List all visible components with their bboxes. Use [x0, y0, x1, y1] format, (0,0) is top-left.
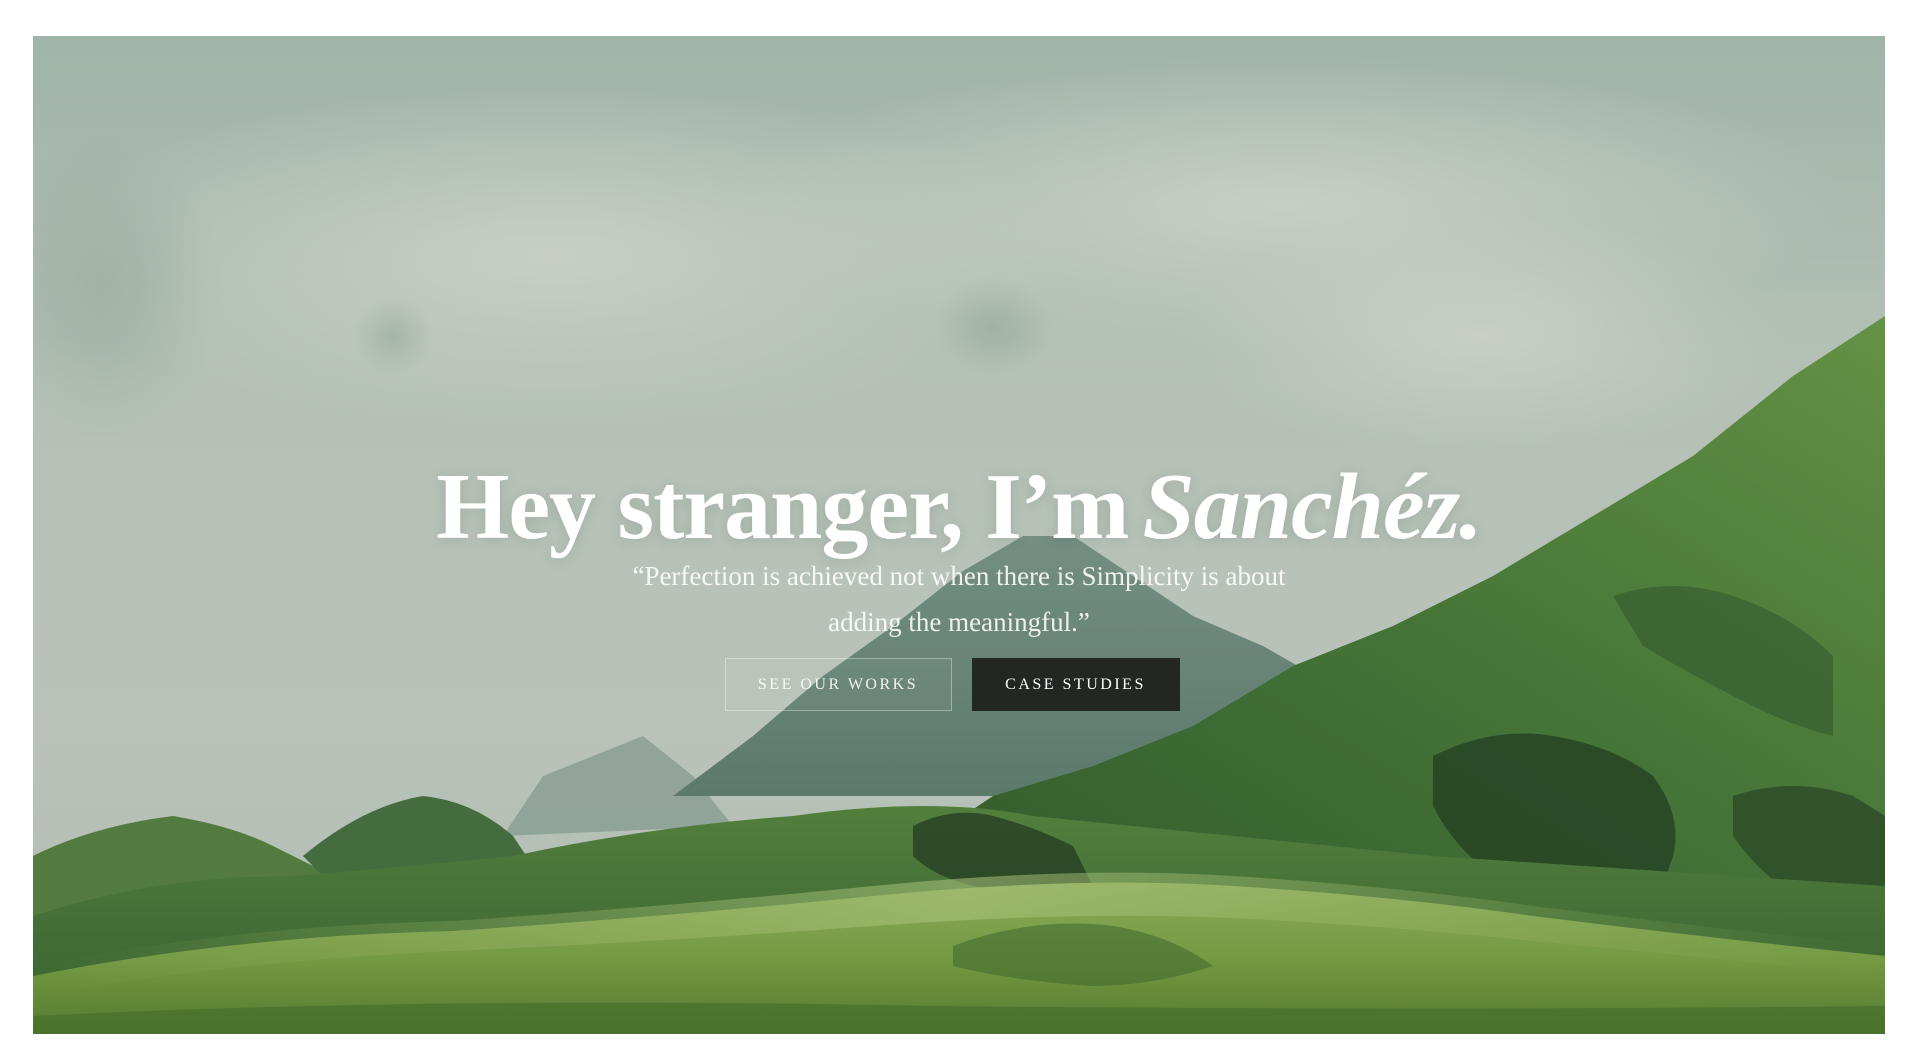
- headline-greeting: Hey stranger, I’m: [436, 454, 1129, 559]
- hero-buttons: SEE OUR WORKS CASE STUDIES: [33, 658, 1885, 711]
- see-our-works-button[interactable]: SEE OUR WORKS: [724, 658, 952, 711]
- headline-name: Sanchéz.: [1142, 454, 1482, 559]
- hero-headline: Hey stranger, I’m Sanchéz.: [33, 451, 1885, 564]
- hero-content: Hey stranger, I’m Sanchéz. “Perfection is…: [33, 36, 1885, 1034]
- page-bottom-edge: [0, 1034, 1920, 1060]
- hero-quote: “Perfection is achieved not when there i…: [632, 561, 1286, 637]
- page-frame: Hey stranger, I’m Sanchéz. “Perfection is…: [0, 0, 1920, 1060]
- case-studies-button[interactable]: CASE STUDIES: [971, 658, 1180, 711]
- hero-section: Hey stranger, I’m Sanchéz. “Perfection is…: [33, 36, 1885, 1034]
